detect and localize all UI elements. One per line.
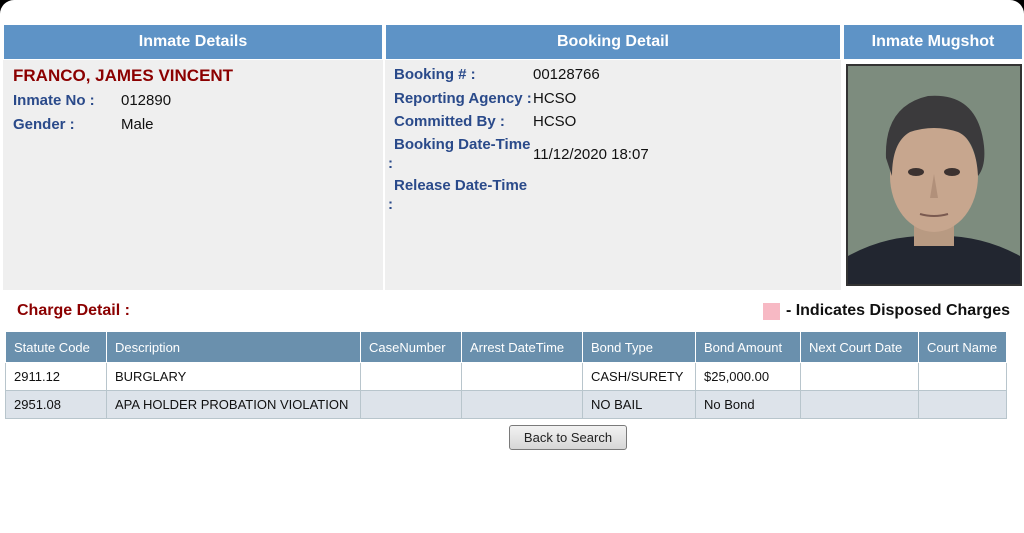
arrest-datetime-cell <box>461 362 583 391</box>
reporting-agency-value: HCSO <box>533 90 577 107</box>
disposed-legend: - Indicates Disposed Charges <box>762 302 1010 320</box>
case-number-cell <box>360 362 462 391</box>
release-datetime-label: Release Date-Time <box>394 177 528 194</box>
col-case-number: CaseNumber <box>360 331 462 363</box>
gender-label: Gender : <box>13 116 75 133</box>
col-description: Description <box>106 331 361 363</box>
inmate-no-value: 012890 <box>121 92 172 109</box>
table-row: 2951.08 APA HOLDER PROBATION VIOLATION N… <box>5 390 1007 419</box>
disposed-legend-text: - Indicates Disposed Charges <box>785 302 1010 319</box>
inmate-details-header: Inmate Details <box>3 24 383 60</box>
reporting-agency-label: Reporting Agency : <box>394 90 532 107</box>
detail-panels: Inmate Details FRANCO, JAMES VINCENT Inm… <box>3 24 1023 290</box>
table-row: 2911.12 BURGLARY CASH/SURETY $25,000.00 <box>5 362 1007 391</box>
description-cell: APA HOLDER PROBATION VIOLATION <box>106 390 361 419</box>
bond-amount-cell: No Bond <box>695 390 801 419</box>
page: Inmate Details FRANCO, JAMES VINCENT Inm… <box>0 0 1024 533</box>
statute-code-cell: 2911.12 <box>5 362 107 391</box>
booking-datetime-label: Booking Date-Time <box>394 136 531 153</box>
court-name-cell <box>918 390 1007 419</box>
content: Inmate Details FRANCO, JAMES VINCENT Inm… <box>0 0 1024 533</box>
court-name-cell <box>918 362 1007 391</box>
mugshot-photo <box>846 64 1022 286</box>
mugshot-header: Inmate Mugshot <box>843 24 1023 60</box>
charge-detail-title: Charge Detail : <box>17 302 130 319</box>
booking-datetime-value: 11/12/2020 18:07 <box>533 146 649 163</box>
inmate-details-panel: Inmate Details FRANCO, JAMES VINCENT Inm… <box>3 24 383 290</box>
booking-datetime-colon: : <box>388 155 393 172</box>
booking-detail-panel: Booking Detail Booking # : 00128766 Repo… <box>385 24 841 290</box>
back-to-search-button[interactable]: Back to Search <box>509 425 627 450</box>
inmate-name: FRANCO, JAMES VINCENT <box>13 66 234 85</box>
committed-by-value: HCSO <box>533 113 577 130</box>
inmate-no-label: Inmate No : <box>13 92 95 109</box>
booking-detail-header: Booking Detail <box>385 24 841 60</box>
col-court-name: Court Name <box>918 331 1007 363</box>
gender-value: Male <box>121 116 154 133</box>
next-court-date-cell <box>800 362 919 391</box>
case-number-cell <box>360 390 462 419</box>
charges-table: Statute Code Description CaseNumber Arre… <box>5 331 1007 419</box>
col-bond-type: Bond Type <box>582 331 696 363</box>
committed-by-label: Committed By : <box>394 113 505 130</box>
mugshot-image <box>848 66 1020 284</box>
col-statute-code: Statute Code <box>5 331 107 363</box>
charges-header-row: Statute Code Description CaseNumber Arre… <box>5 331 1007 363</box>
release-datetime-colon: : <box>388 196 393 213</box>
bond-amount-cell: $25,000.00 <box>695 362 801 391</box>
booking-no-value: 00128766 <box>533 66 600 83</box>
col-arrest-datetime: Arrest DateTime <box>461 331 583 363</box>
next-court-date-cell <box>800 390 919 419</box>
arrest-datetime-cell <box>461 390 583 419</box>
booking-no-label: Booking # : <box>394 66 476 83</box>
mugshot-panel: Inmate Mugshot <box>843 24 1023 290</box>
description-cell: BURGLARY <box>106 362 361 391</box>
bond-type-cell: CASH/SURETY <box>582 362 696 391</box>
bond-type-cell: NO BAIL <box>582 390 696 419</box>
statute-code-cell: 2951.08 <box>5 390 107 419</box>
disposed-color-swatch <box>762 302 780 320</box>
col-next-court-date: Next Court Date <box>800 331 919 363</box>
col-bond-amount: Bond Amount <box>695 331 801 363</box>
